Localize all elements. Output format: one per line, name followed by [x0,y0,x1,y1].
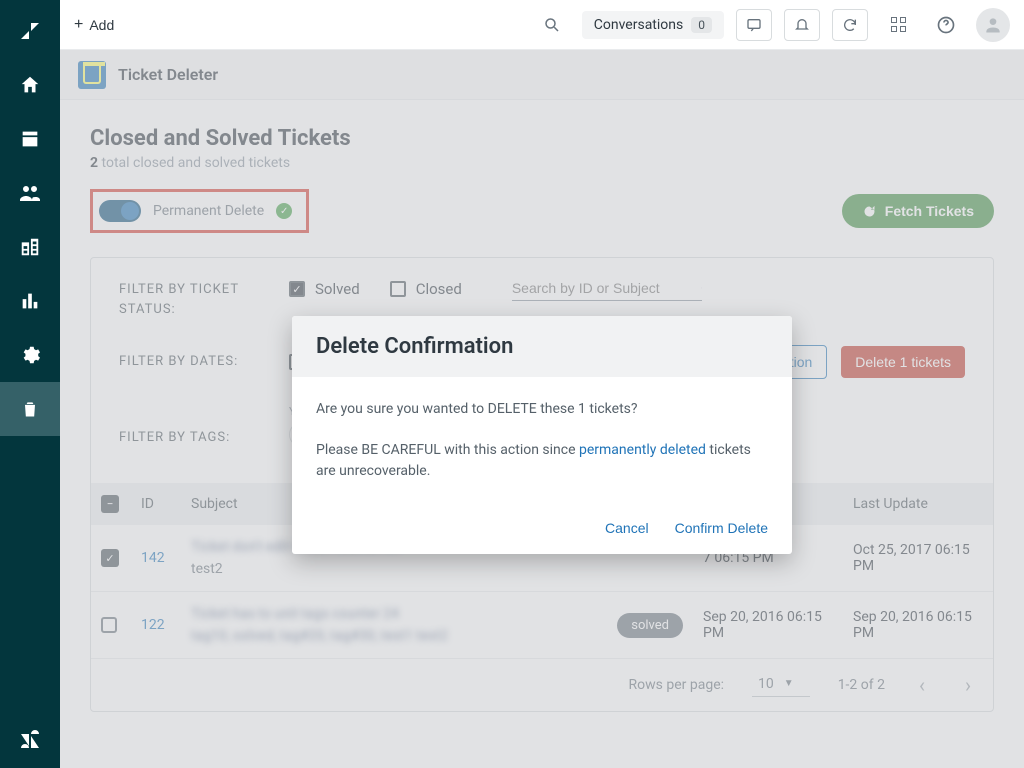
plus-icon: + [74,16,83,34]
add-button[interactable]: + Add [74,16,114,34]
search-icon[interactable] [534,9,570,41]
cancel-button[interactable]: Cancel [605,520,649,536]
nav-people-icon[interactable] [0,166,60,220]
main-column: + Add Conversations 0 Ti [60,0,1024,768]
nav-settings-icon[interactable] [0,328,60,382]
avatar[interactable] [976,8,1010,42]
chat-icon[interactable] [736,9,772,41]
refresh-icon[interactable] [832,9,868,41]
conversations-count: 0 [691,17,712,33]
nav-zendesk-icon[interactable] [0,714,60,768]
nav-home-icon[interactable] [0,58,60,112]
nav-logo[interactable] [0,4,60,58]
help-icon[interactable] [928,9,964,41]
confirm-delete-button[interactable]: Confirm Delete [675,520,768,536]
modal-message-2: Please BE CAREFUL with this action since… [316,440,768,482]
nav-inbox-icon[interactable] [0,112,60,166]
modal-title: Delete Confirmation [292,316,792,377]
nav-reports-icon[interactable] [0,274,60,328]
bell-icon[interactable] [784,9,820,41]
nav-delete-icon[interactable] [0,382,60,436]
top-bar: + Add Conversations 0 [60,0,1024,50]
add-button-label: Add [89,17,114,33]
conversations-label: Conversations [594,17,683,33]
apps-icon[interactable] [880,9,916,41]
delete-confirmation-modal: Delete Confirmation Are you sure you wan… [292,316,792,554]
permanently-deleted-link[interactable]: permanently deleted [579,442,706,458]
nav-org-icon[interactable] [0,220,60,274]
conversations-button[interactable]: Conversations 0 [582,11,724,39]
modal-message-1: Are you sure you wanted to DELETE these … [316,399,768,420]
nav-rail [0,0,60,768]
